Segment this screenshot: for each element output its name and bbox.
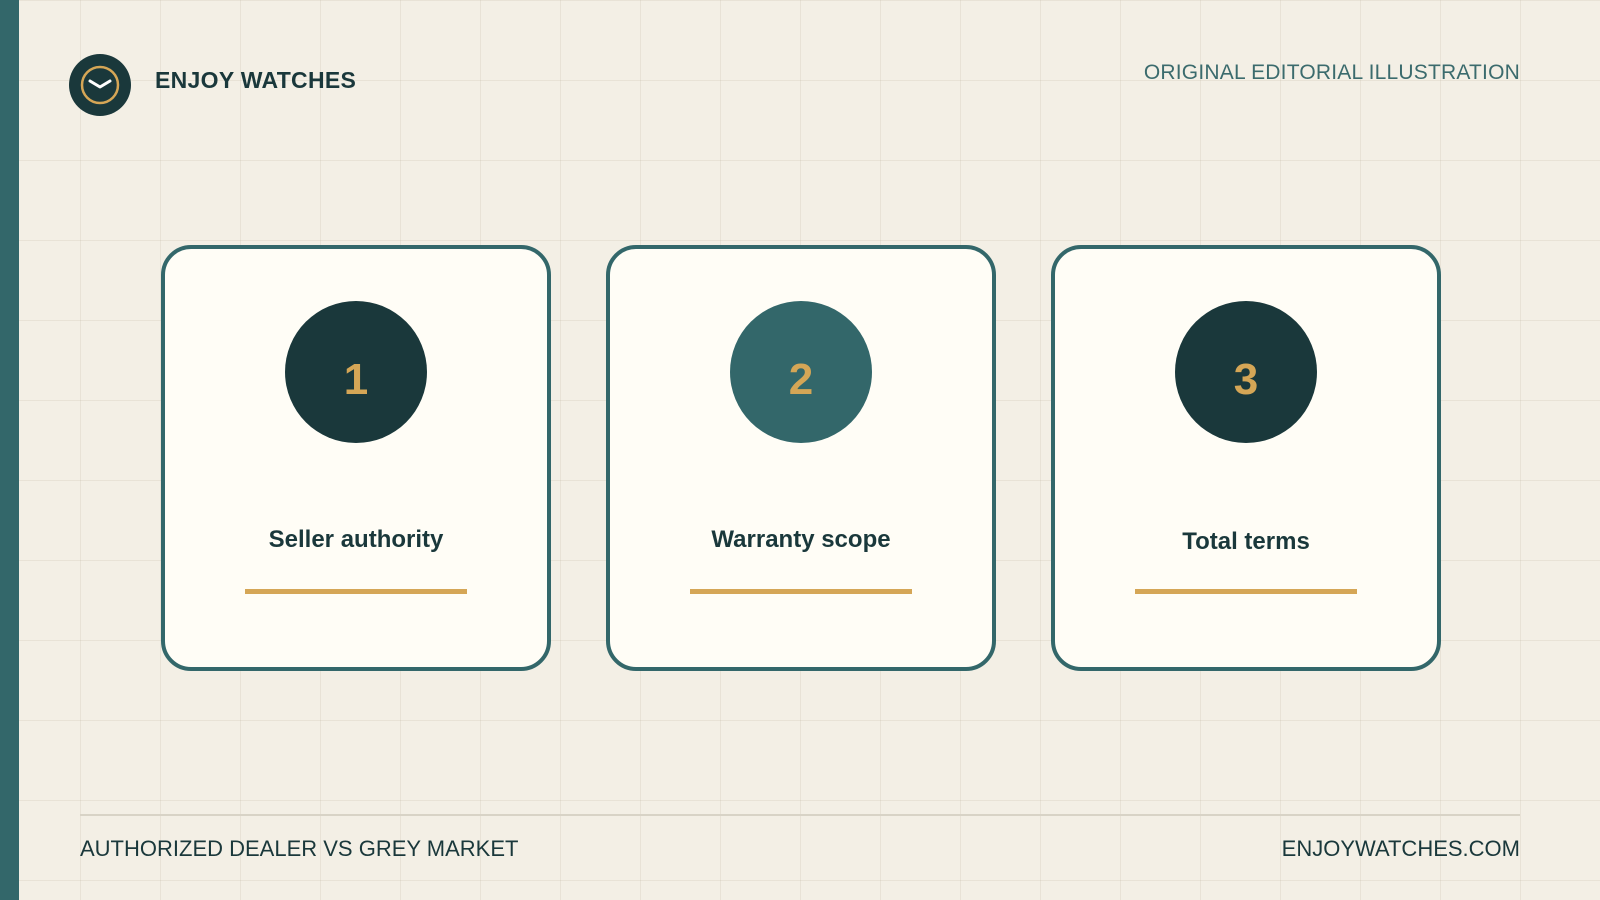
card-number: 1 (343, 355, 369, 404)
footer-divider (80, 814, 1520, 816)
number-badge: 3 (1175, 301, 1317, 443)
brand-name: ENJOY WATCHES (155, 67, 357, 93)
card-label: Seller authority (268, 526, 444, 553)
card-total-terms: 3 Total terms (1051, 245, 1441, 671)
number-badge: 2 (730, 301, 872, 443)
card-warranty-scope: 2 Warranty scope (606, 245, 996, 671)
side-accent-bar (0, 0, 19, 900)
gold-underline (245, 589, 467, 594)
card-label: Total terms (1182, 528, 1310, 555)
footer-title: AUTHORIZED DEALER VS GREY MARKET (80, 836, 519, 861)
card-number: 2 (788, 355, 814, 404)
number-badge: 1 (285, 301, 427, 443)
footer-site: ENJOYWATCHES.COM (1281, 836, 1520, 861)
tagline: ORIGINAL EDITORIAL ILLUSTRATION (1143, 61, 1520, 84)
gold-underline (690, 589, 912, 594)
card-number: 3 (1233, 355, 1259, 404)
watch-icon (69, 54, 131, 116)
card-label: Warranty scope (711, 526, 891, 553)
gold-underline (1135, 589, 1357, 594)
card-seller-authority: 1 Seller authority (161, 245, 551, 671)
